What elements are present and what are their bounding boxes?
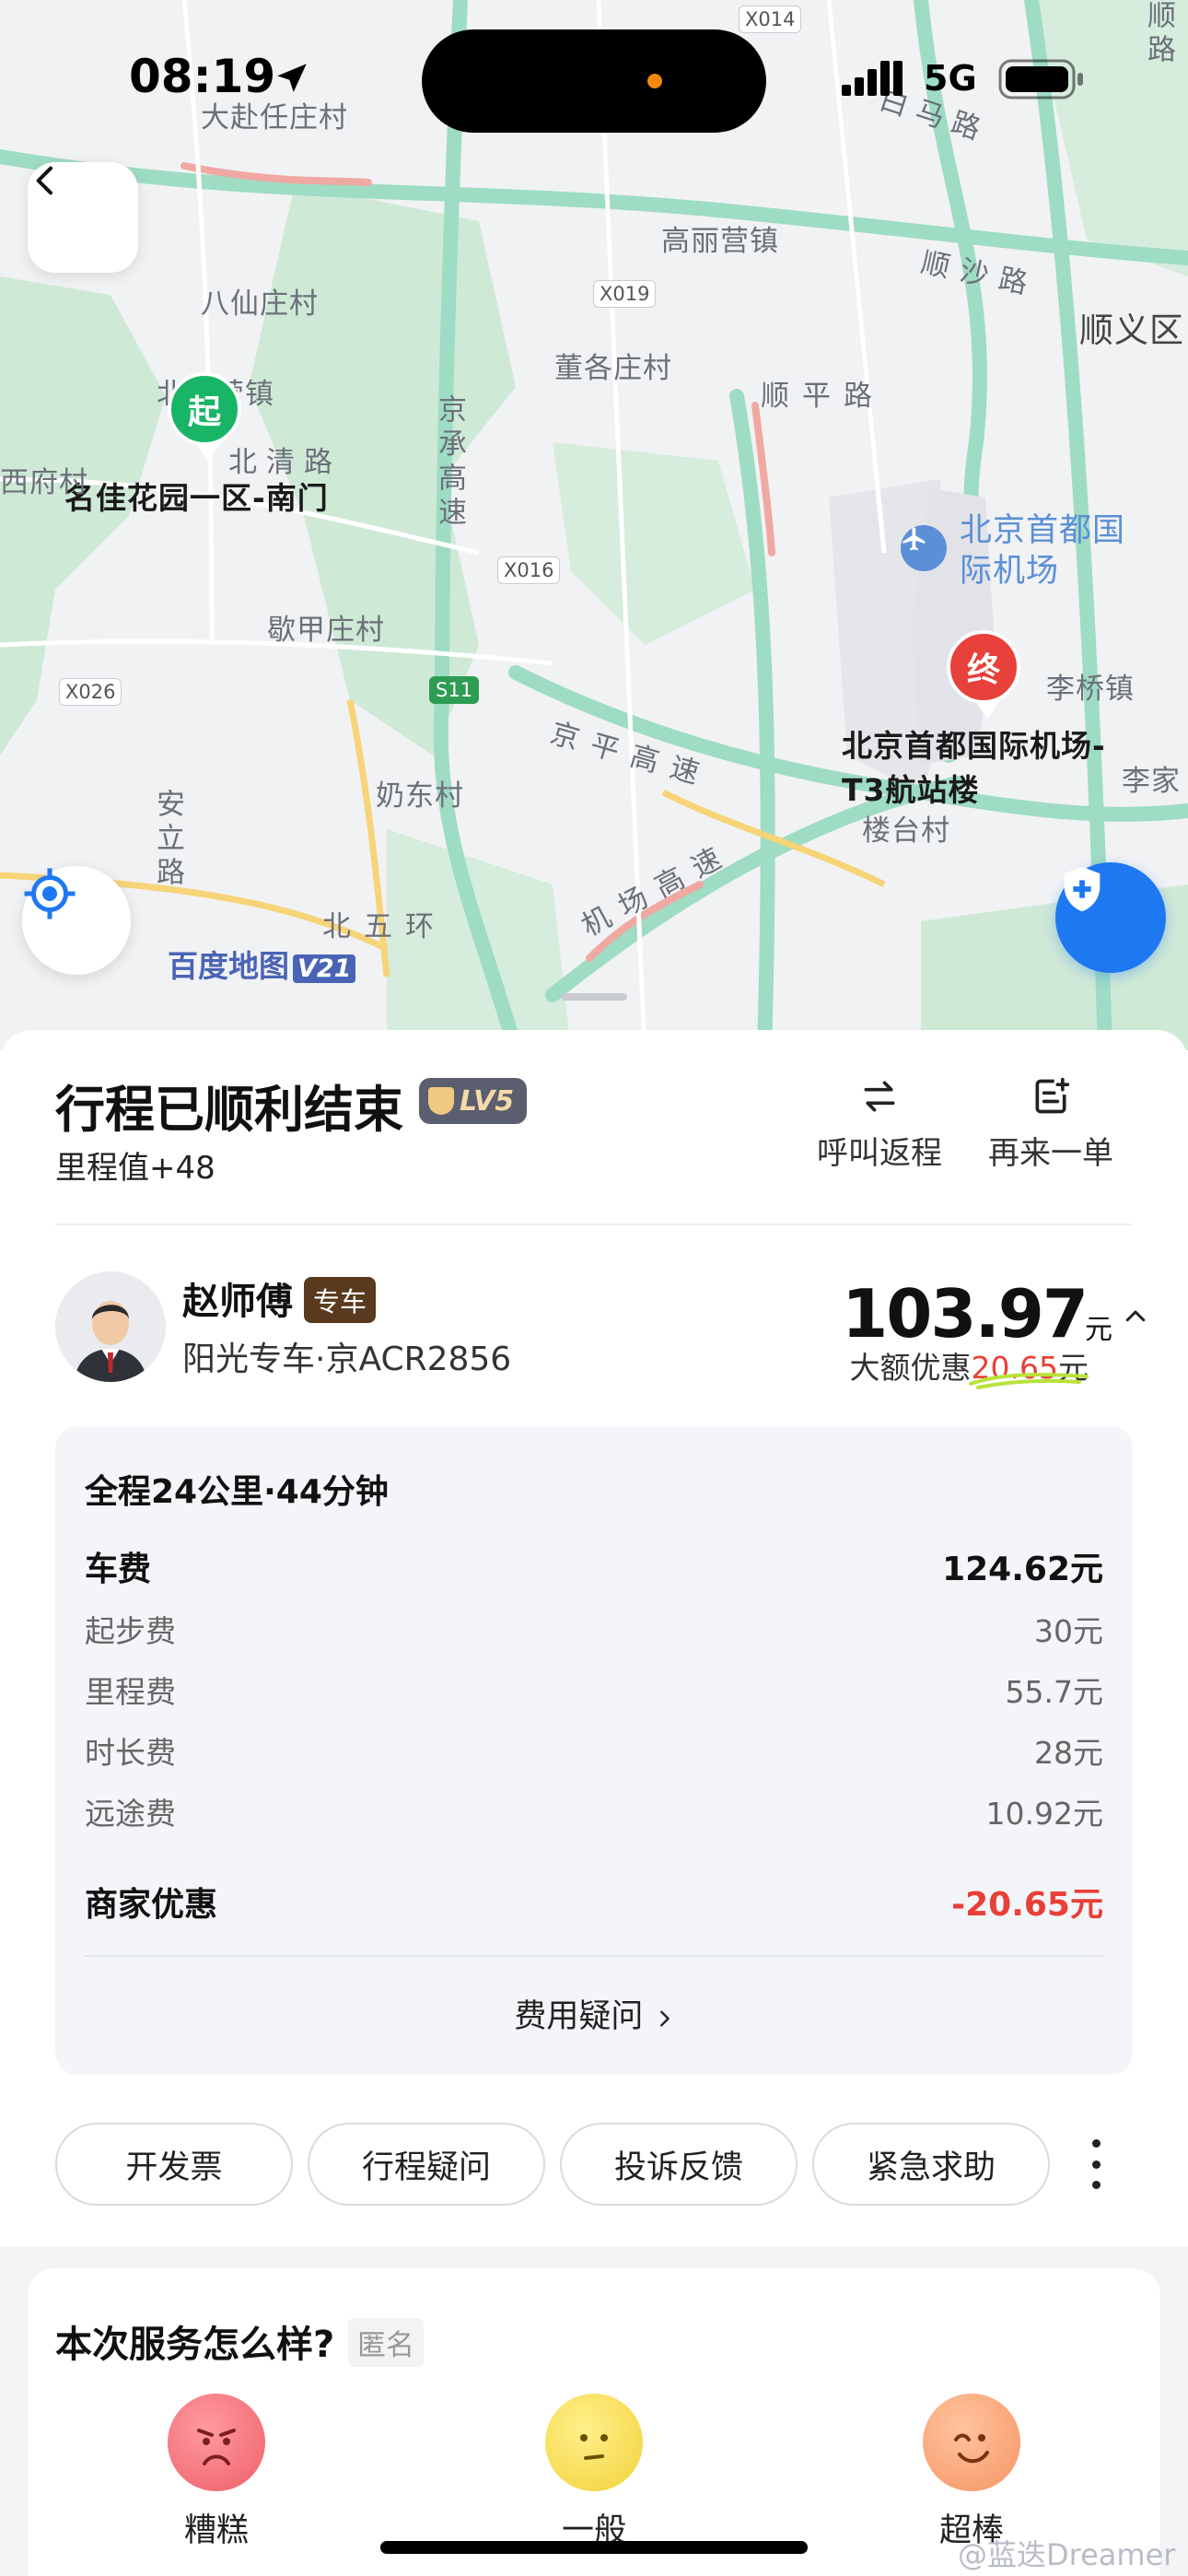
map-label-airport: 北京首都国际机场 [960, 512, 1126, 590]
network-type: 5G [924, 58, 977, 99]
safety-shield-button[interactable] [1055, 862, 1166, 973]
map-label: 安立路 [151, 789, 184, 891]
swap-arrows-icon [864, 1081, 895, 1112]
driver-name: 赵师傅 [182, 1281, 293, 1323]
great-face-icon[interactable] [923, 2394, 1020, 2491]
status-time: 08:19 [129, 50, 276, 103]
return-trip-button[interactable]: 呼叫返程 [810, 1071, 949, 1173]
trip-distance-duration: 全程24公里·44分钟 [85, 1473, 389, 1511]
level-shield-icon [428, 1087, 454, 1115]
rating-question: 本次服务怎么样? [55, 2324, 335, 2366]
road-code: X016 [497, 556, 561, 584]
map-label: 顺平路 [761, 380, 885, 413]
reorder-button[interactable]: 再来一单 [982, 1071, 1120, 1173]
invoice-button[interactable]: 开发票 [55, 2123, 293, 2206]
fee-row: 时长费 28元 [85, 1735, 1103, 1771]
chevron-up-icon[interactable] [1122, 1303, 1149, 1330]
rating-card: 本次服务怎么样? 匿名 糟糕 一般 超棒 [28, 2268, 1160, 2576]
map-label: 西府村 [0, 466, 88, 499]
back-button[interactable] [28, 162, 138, 273]
highlight-underline [969, 1373, 1089, 1389]
driver-avatar[interactable] [55, 1271, 166, 1382]
home-indicator[interactable] [380, 2541, 808, 2554]
watermark: @蓝迭Dreamer [958, 2537, 1176, 2572]
map-label: 京承高速 [433, 394, 466, 531]
end-marker: 终 [947, 630, 1020, 719]
fee-question-link[interactable]: 费用疑问 [55, 1990, 1133, 2037]
section-divider [55, 1224, 1133, 1225]
road-code-highway: S11 [429, 676, 480, 704]
fee-row-car: 车费 124.62元 [85, 1551, 1103, 1588]
crosshair-icon [24, 868, 76, 919]
chevron-right-icon [659, 2010, 670, 2027]
map-label: 董各庄村 [554, 352, 672, 385]
map-label: 高丽营镇 [661, 225, 779, 258]
shield-plus-icon [1064, 866, 1101, 912]
map-label: 北五环 [322, 910, 447, 943]
bad-face-icon[interactable] [168, 2394, 265, 2491]
dynamic-island [422, 29, 766, 133]
emergency-help-button[interactable]: 紧急求助 [812, 2123, 1050, 2206]
road-code: X014 [739, 6, 802, 33]
airport-icon [901, 525, 947, 571]
road-code: X026 [59, 678, 122, 706]
neutral-face-icon[interactable] [545, 2394, 643, 2491]
map-label: 楼台村 [862, 814, 950, 848]
total-price[interactable]: 103.97 [842, 1275, 1089, 1352]
map-label-destination: 北京首都国际机场-T3航站楼 [842, 728, 1106, 808]
fee-divider [85, 1955, 1103, 1957]
trip-summary-sheet: 行程已顺利结束 LV5 里程值+48 呼叫返程 再来一单 赵师傅 专车 阳光专车… [0, 1030, 1188, 2246]
location-arrow-icon [277, 64, 307, 92]
trip-status-title: 行程已顺利结束 [55, 1081, 403, 1139]
orange-indicator-dot [647, 74, 662, 88]
map-label: 顺路 [1142, 0, 1175, 68]
road-code: X019 [593, 280, 657, 308]
battery-icon [998, 59, 1083, 100]
trip-question-button[interactable]: 行程疑问 [308, 2123, 545, 2206]
map-label-start-location: 名佳花园一区-南门 [64, 480, 329, 516]
fee-breakdown: 全程24公里·44分钟 车费 124.62元 起步费 30元 里程费 55.7元 时长… [55, 1426, 1133, 2075]
start-marker: 起 [168, 372, 241, 461]
more-options-icon[interactable] [1087, 2139, 1105, 2189]
anonymous-tag: 匿名 [348, 2318, 424, 2367]
return-trip-label: 呼叫返程 [817, 1135, 942, 1172]
fee-row: 里程费 55.7元 [85, 1674, 1103, 1710]
level-badge: LV5 [419, 1078, 528, 1124]
map-label: 李桥镇 [1046, 673, 1135, 706]
reorder-icon [1035, 1077, 1070, 1114]
map-label: 奶东村 [376, 779, 464, 813]
map-label: 八仙庄村 [201, 287, 319, 321]
signal-icon [842, 61, 903, 96]
fee-row-merchant-discount: 商家优惠 -20.65元 [85, 1886, 1103, 1924]
price-unit: 元 [1085, 1314, 1112, 1346]
rating-section: 本次服务怎么样? 匿名 糟糕 一般 超棒 [0, 2246, 1188, 2576]
map-label: 歇甲庄村 [267, 614, 385, 647]
map-label-district: 顺义区 [1079, 310, 1184, 350]
map-view[interactable]: 大赴任庄村 八仙庄村 北小营镇 北清路 名佳花园一区-南门 西府村 歇甲庄村 奶… [0, 0, 1188, 1050]
reorder-label: 再来一单 [988, 1135, 1113, 1172]
locate-me-button[interactable] [22, 866, 131, 975]
baidu-map-logo: 百度地图 V21 [168, 942, 356, 986]
sheet-drag-handle[interactable] [561, 993, 627, 1001]
chevron-left-icon [36, 166, 52, 195]
fee-row: 起步费 30元 [85, 1613, 1103, 1649]
rating-label-bad: 糟糕 [183, 2512, 249, 2549]
car-info: 阳光专车·京ACR2856 [182, 1341, 512, 1378]
complaint-button[interactable]: 投诉反馈 [560, 2123, 798, 2206]
mileage-points: 里程值+48 [55, 1150, 215, 1187]
fee-row: 远途费 10.92元 [85, 1796, 1103, 1832]
service-tag: 专车 [304, 1277, 377, 1323]
